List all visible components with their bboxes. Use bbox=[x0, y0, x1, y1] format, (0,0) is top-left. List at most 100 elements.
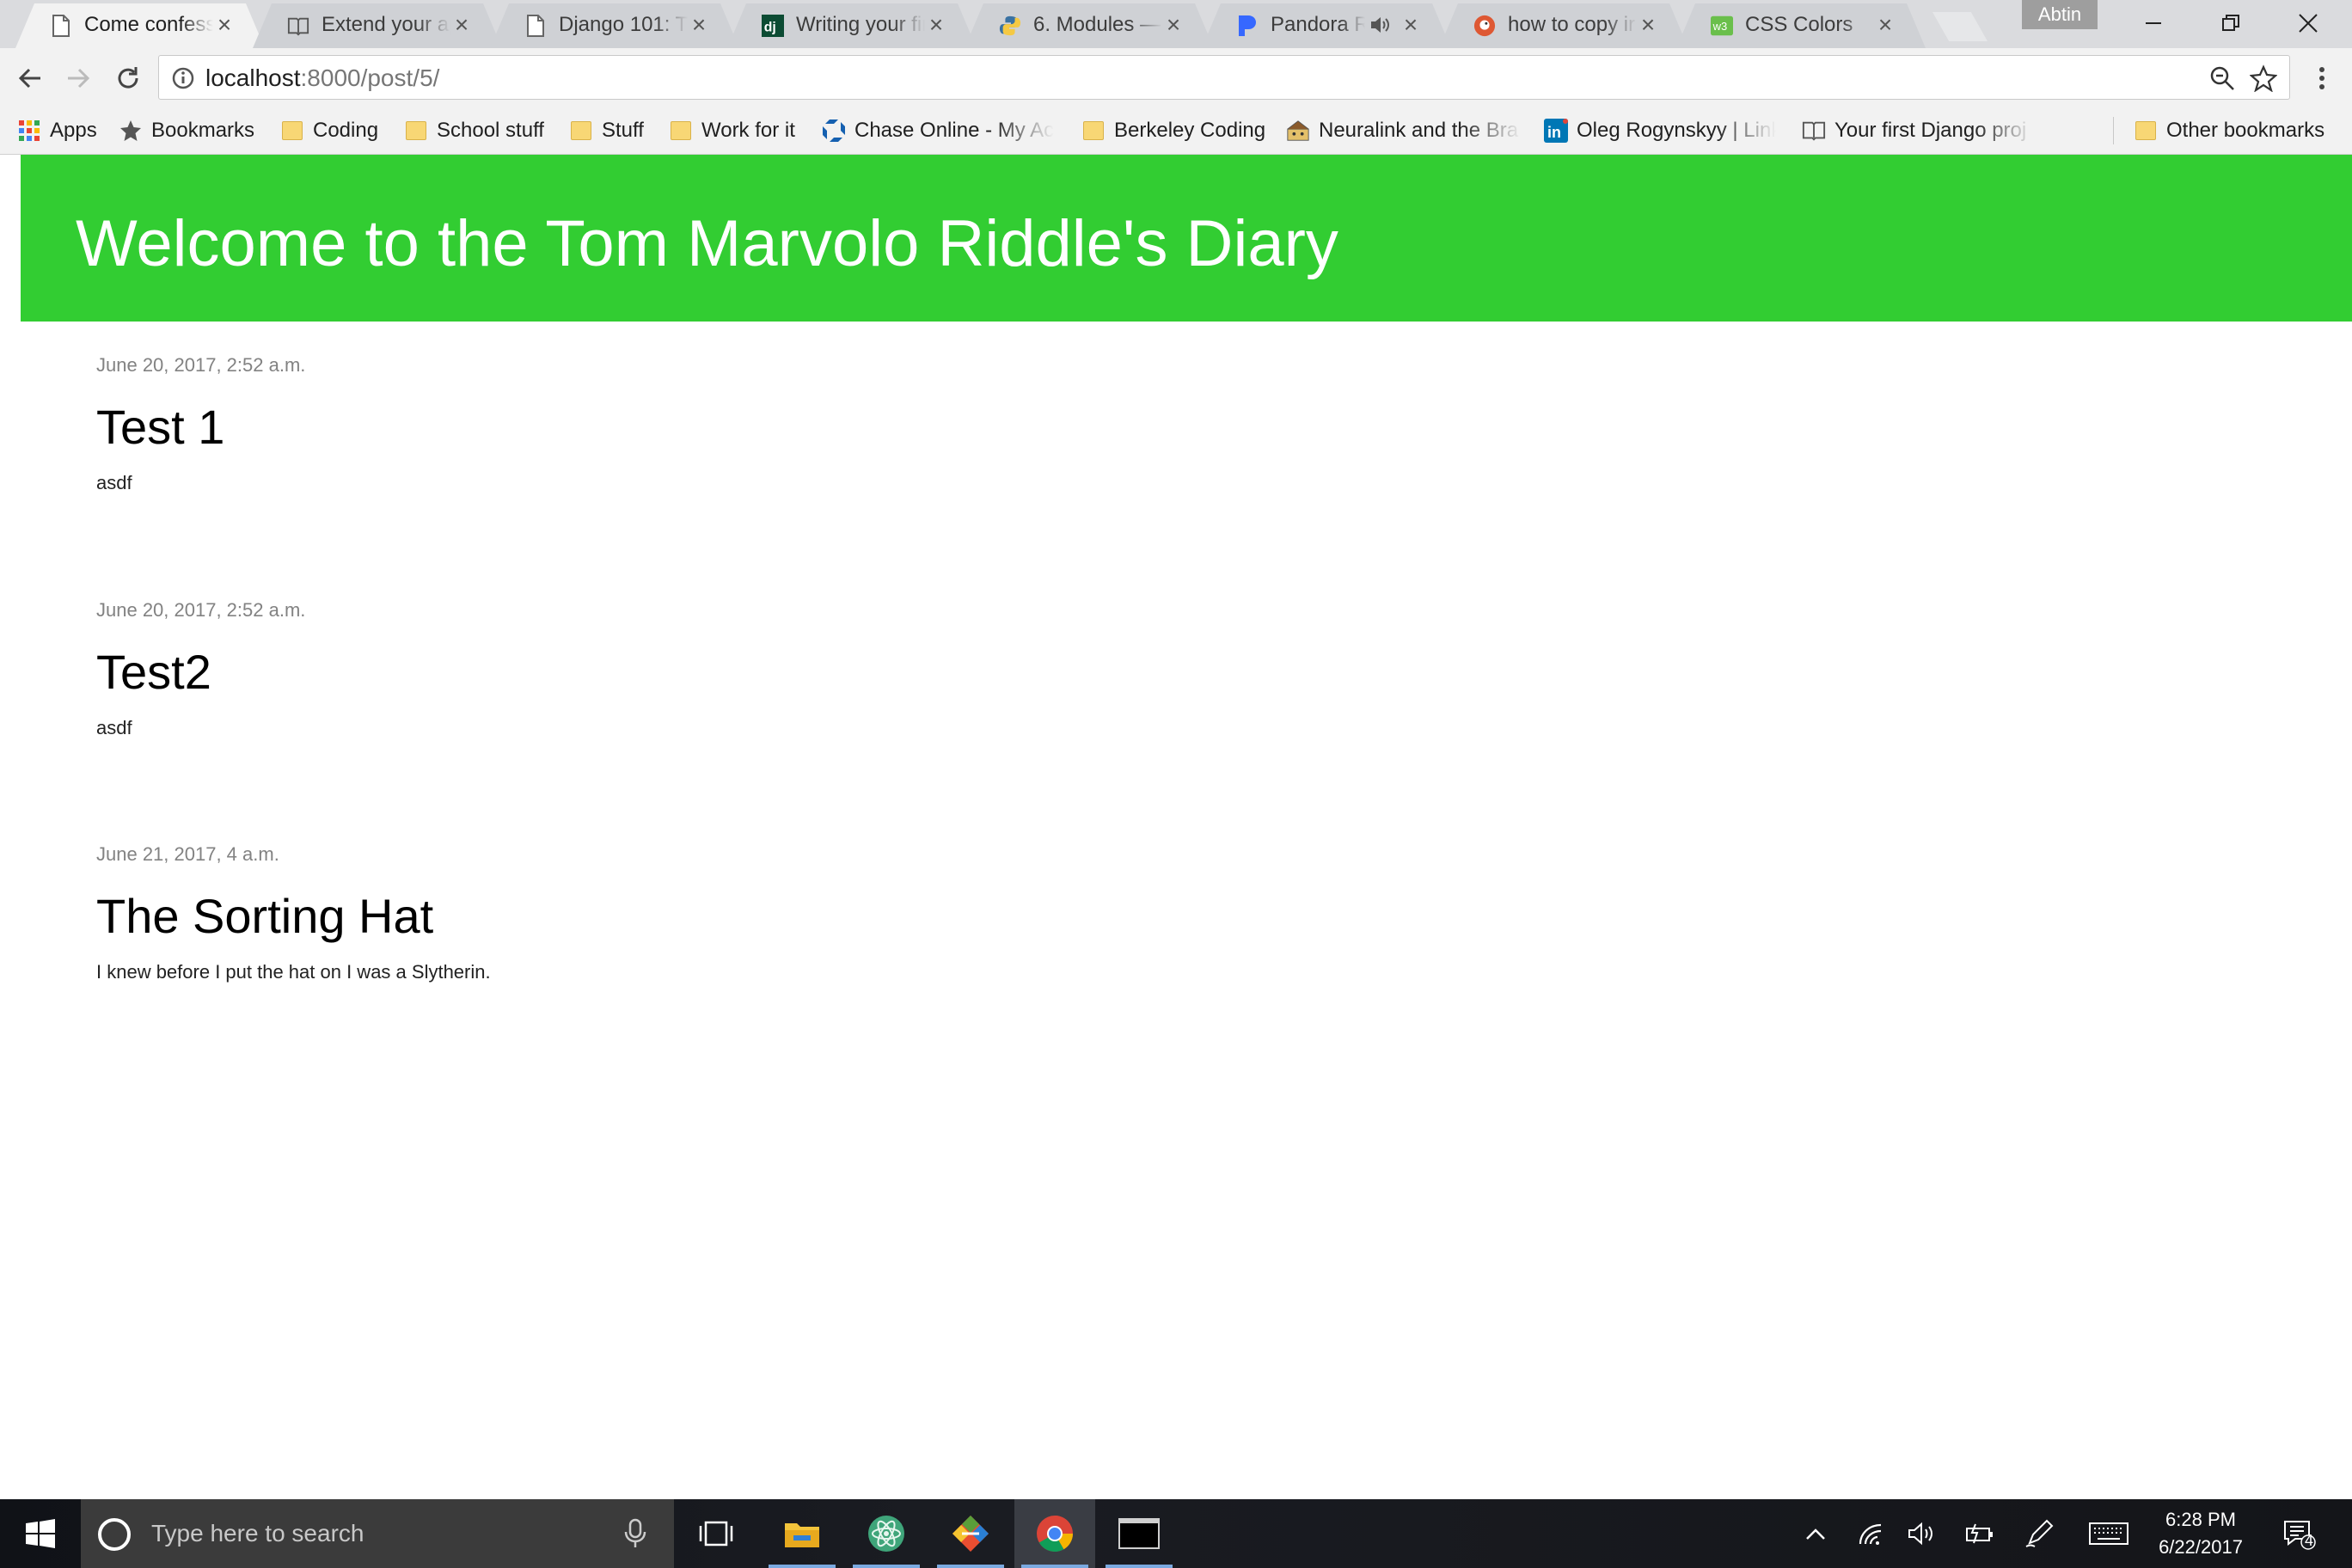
chrome-menu-button[interactable] bbox=[2300, 57, 2343, 100]
tab-django-101[interactable]: Django 101: Th × bbox=[490, 3, 739, 48]
profile-button[interactable]: Abtin bbox=[2022, 0, 2098, 29]
close-tab-icon[interactable]: × bbox=[1637, 12, 1659, 38]
close-icon bbox=[2299, 14, 2318, 33]
reload-icon bbox=[118, 67, 138, 89]
kebab-menu-icon bbox=[2319, 67, 2324, 89]
folder-icon bbox=[569, 119, 593, 143]
book-icon bbox=[287, 14, 309, 38]
touch-keyboard-button[interactable] bbox=[2086, 1499, 2132, 1568]
bookmark-label: Your first Django proj bbox=[1834, 119, 2027, 142]
close-tab-icon[interactable]: × bbox=[1162, 12, 1185, 38]
volume-button[interactable] bbox=[1903, 1499, 1941, 1568]
bookmark-bookmarks[interactable]: Bookmarks bbox=[119, 113, 254, 148]
close-tab-icon[interactable]: × bbox=[450, 12, 473, 38]
action-center-button[interactable]: 4 bbox=[2273, 1499, 2324, 1568]
bookmark-folder-berkeley-coding[interactable]: Berkeley Coding bbox=[1081, 113, 1265, 148]
show-hidden-icons-button[interactable] bbox=[1797, 1499, 1834, 1568]
apps-grid-icon bbox=[17, 119, 41, 143]
page-icon bbox=[50, 14, 72, 38]
back-button[interactable] bbox=[9, 57, 52, 100]
close-tab-icon[interactable]: × bbox=[925, 12, 947, 38]
task-view-button[interactable] bbox=[676, 1499, 756, 1568]
bookmarks-bar: Apps Bookmarks Coding School stuff Stuff… bbox=[0, 107, 2352, 155]
search-placeholder: Type here to search bbox=[151, 1520, 364, 1547]
bookmark-folder-stuff[interactable]: Stuff bbox=[569, 113, 644, 148]
tab-writing-your-first[interactable]: dj Writing your fir × bbox=[727, 3, 977, 48]
back-arrow-icon bbox=[18, 68, 40, 89]
browser-toolbar: localhost:8000/post/5/ bbox=[0, 48, 2352, 107]
tab-pandora-radio[interactable]: Pandora Ra × bbox=[1202, 3, 1451, 48]
minimize-icon bbox=[2146, 22, 2161, 24]
bookmark-label: Bookmarks bbox=[151, 119, 255, 142]
post-title[interactable]: Test2 bbox=[96, 644, 305, 700]
django-icon: dj bbox=[762, 14, 784, 38]
tab-modules[interactable]: 6. Modules — × bbox=[965, 3, 1214, 48]
bookmark-folder-work-for-it[interactable]: Work for it bbox=[669, 113, 795, 148]
post-body: I knew before I put the hat on I was a S… bbox=[96, 961, 491, 983]
close-tab-icon[interactable]: × bbox=[1400, 12, 1422, 38]
start-button[interactable] bbox=[0, 1499, 81, 1568]
bookmark-star-icon[interactable] bbox=[2250, 64, 2277, 92]
tab-come-confess[interactable]: Come confess × bbox=[15, 3, 265, 48]
post-title[interactable]: Test 1 bbox=[96, 399, 305, 455]
bookmark-folder-coding[interactable]: Coding bbox=[280, 113, 378, 148]
tab-title: Come confess bbox=[84, 13, 213, 36]
bookmark-apps[interactable]: Apps bbox=[17, 113, 97, 148]
tab-extend-your-app[interactable]: Extend your ap × bbox=[253, 3, 502, 48]
chrome-button[interactable] bbox=[1014, 1499, 1095, 1568]
bookmark-folder-other-bookmarks[interactable]: Other bookmarks bbox=[2134, 113, 2324, 148]
reload-button[interactable] bbox=[107, 57, 150, 100]
battery-button[interactable] bbox=[1960, 1499, 1998, 1568]
info-icon[interactable] bbox=[171, 66, 195, 90]
bookmark-oleg-linkedin[interactable]: in Oleg Rogynskyy | Link bbox=[1544, 113, 1776, 148]
folder-icon bbox=[1081, 119, 1106, 143]
folder-icon bbox=[404, 119, 428, 143]
bookmark-neuralink[interactable]: Neuralink and the Bra bbox=[1286, 113, 1522, 148]
minimize-button[interactable] bbox=[2115, 0, 2192, 46]
star-icon bbox=[119, 119, 143, 143]
close-tab-icon[interactable]: × bbox=[688, 12, 710, 38]
notification-count: 4 bbox=[2304, 1532, 2313, 1549]
battery-charging-icon bbox=[1966, 1523, 1993, 1544]
windows-ink-button[interactable] bbox=[2020, 1499, 2058, 1568]
post-entry: June 21, 2017, 4 a.m. The Sorting Hat I … bbox=[96, 843, 491, 983]
pen-icon bbox=[2025, 1519, 2054, 1547]
close-tab-icon[interactable]: × bbox=[1874, 12, 1896, 38]
bookmark-label: Coding bbox=[313, 119, 379, 142]
clock-time: 6:28 PM bbox=[2165, 1509, 2236, 1530]
forward-button[interactable] bbox=[57, 57, 100, 100]
close-tab-icon[interactable]: × bbox=[213, 12, 236, 38]
bookmark-label: Other bookmarks bbox=[2166, 119, 2325, 142]
post-entry: June 20, 2017, 2:52 a.m. Test 1 asdf bbox=[96, 354, 305, 494]
svg-text:dj: dj bbox=[764, 21, 776, 35]
speaker-icon bbox=[1908, 1522, 1932, 1546]
bookmark-folder-school-stuff[interactable]: School stuff bbox=[404, 113, 544, 148]
tab-css-colors[interactable]: w3 CSS Colors × bbox=[1676, 3, 1926, 48]
atom-button[interactable] bbox=[846, 1499, 927, 1568]
svg-text:w3: w3 bbox=[1712, 20, 1728, 33]
address-bar[interactable]: localhost:8000/post/5/ bbox=[158, 55, 2290, 100]
network-button[interactable] bbox=[1852, 1499, 1890, 1568]
terminal-button[interactable] bbox=[1099, 1499, 1179, 1568]
git-gui-button[interactable] bbox=[930, 1499, 1011, 1568]
bookmark-chase-online[interactable]: Chase Online - My Ac bbox=[822, 113, 1054, 148]
taskbar-search-box[interactable]: Type here to search bbox=[81, 1499, 674, 1568]
bookmark-label: School stuff bbox=[437, 119, 544, 142]
audio-playing-icon[interactable] bbox=[1369, 14, 1391, 36]
microphone-icon[interactable] bbox=[624, 1518, 646, 1549]
tab-title: CSS Colors bbox=[1745, 13, 1853, 36]
file-explorer-button[interactable] bbox=[762, 1499, 842, 1568]
bookmark-django-project[interactable]: Your first Django proj bbox=[1802, 113, 2034, 148]
tab-title: Extend your ap bbox=[322, 13, 450, 36]
clock-date: 6/22/2017 bbox=[2159, 1536, 2243, 1558]
zoom-icon[interactable] bbox=[2208, 64, 2236, 92]
bookmark-label: Neuralink and the Bra bbox=[1319, 119, 1519, 142]
restore-button[interactable] bbox=[2192, 0, 2269, 46]
close-window-button[interactable] bbox=[2269, 0, 2347, 46]
tab-how-to-copy[interactable]: how to copy ir × bbox=[1439, 3, 1688, 48]
post-title[interactable]: The Sorting Hat bbox=[96, 888, 491, 944]
new-tab-button[interactable] bbox=[1932, 12, 1988, 41]
folder-icon bbox=[280, 119, 304, 143]
site-heading: Welcome to the Tom Marvolo Riddle's Diar… bbox=[76, 207, 1338, 280]
system-clock[interactable]: 6:28 PM 6/22/2017 bbox=[2141, 1506, 2261, 1561]
